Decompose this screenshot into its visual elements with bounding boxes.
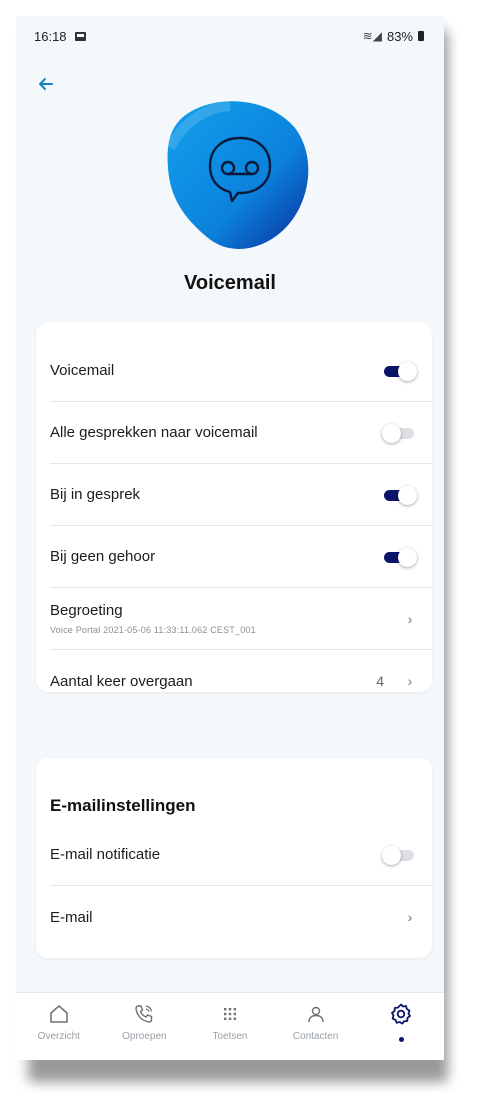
phone-icon bbox=[133, 1001, 155, 1027]
battery-icon bbox=[418, 31, 424, 41]
nav-label: Oproepen bbox=[122, 1031, 167, 1042]
contacts-icon bbox=[305, 1001, 327, 1027]
voicemail-settings-card: Voicemail Alle gesprekken naar voicemail… bbox=[36, 322, 432, 692]
nav-overzicht[interactable]: Overzicht bbox=[19, 1001, 99, 1042]
row-label: E-mail notificatie bbox=[50, 846, 161, 863]
keypad-icon bbox=[219, 1001, 241, 1027]
voicemail-toggle[interactable] bbox=[380, 361, 418, 381]
nav-contacten[interactable]: Contacten bbox=[276, 1001, 356, 1042]
home-icon bbox=[48, 1001, 70, 1027]
ring-count-value: 4 bbox=[376, 673, 384, 689]
all-calls-to-voicemail-row[interactable]: Alle gesprekken naar voicemail bbox=[50, 402, 432, 464]
greeting-row[interactable]: Begroeting Voice Portal 2021-05-06 11:33… bbox=[50, 588, 432, 650]
no-answer-row[interactable]: Bij geen gehoor bbox=[50, 526, 432, 588]
row-label: Bij in gesprek bbox=[50, 486, 141, 503]
screenshot-frame: 16:18 ≋◢ 83% Voicemail Voicemail Alle ge… bbox=[0, 0, 477, 1093]
chevron-right-icon: › bbox=[407, 909, 413, 925]
row-label: Voicemail bbox=[50, 362, 115, 379]
when-busy-toggle[interactable] bbox=[380, 485, 418, 505]
row-label: Bij geen gehoor bbox=[50, 548, 156, 565]
when-busy-row[interactable]: Bij in gesprek bbox=[50, 464, 432, 526]
status-bar: 16:18 ≋◢ 83% bbox=[16, 16, 444, 56]
bottom-navigation: Overzicht Oproepen Toetsen Contacten bbox=[16, 992, 444, 1060]
row-label: E-mail bbox=[50, 908, 93, 926]
email-notification-row[interactable]: E-mail notificatie bbox=[50, 824, 432, 886]
gallery-notification-icon bbox=[74, 31, 86, 41]
row-label: Begroeting bbox=[50, 602, 123, 619]
status-time: 16:18 bbox=[34, 28, 67, 44]
battery-level: 83% bbox=[386, 28, 413, 44]
ring-count-row[interactable]: Aantal keer overgaan 4 › bbox=[50, 650, 432, 712]
row-label: Alle gesprekken naar voicemail bbox=[50, 424, 258, 441]
voicemail-hero-illustration bbox=[150, 88, 320, 258]
nav-oproepen[interactable]: Oproepen bbox=[104, 1001, 184, 1042]
chevron-right-icon: › bbox=[407, 673, 413, 689]
no-answer-toggle[interactable] bbox=[380, 547, 418, 567]
nav-label: Overzicht bbox=[37, 1031, 80, 1042]
nav-label: Contacten bbox=[292, 1031, 339, 1042]
all-calls-to-voicemail-toggle[interactable] bbox=[380, 423, 418, 443]
back-arrow-icon[interactable] bbox=[36, 74, 60, 98]
chevron-right-icon: › bbox=[407, 610, 413, 627]
section-title: E-mailinstellingen bbox=[50, 796, 196, 815]
wifi-signal-icon: ≋◢ bbox=[362, 29, 382, 43]
page-title: Voicemail bbox=[184, 272, 276, 294]
settings-icon bbox=[389, 1001, 413, 1027]
email-row[interactable]: E-mail › bbox=[50, 886, 432, 948]
nav-instellingen[interactable] bbox=[361, 1001, 441, 1042]
nav-toetsen[interactable]: Toetsen bbox=[190, 1001, 270, 1042]
app-screen: 16:18 ≋◢ 83% Voicemail Voicemail Alle ge… bbox=[16, 16, 444, 1060]
email-settings-card: E-mailinstellingen E-mail notificatie E-… bbox=[36, 758, 432, 958]
voicemail-row[interactable]: Voicemail bbox=[50, 340, 432, 402]
email-notification-toggle[interactable] bbox=[380, 845, 418, 865]
nav-label: Toetsen bbox=[212, 1031, 248, 1042]
greeting-file-name: Voice Portal 2021-05-06 11:33:11.062 CES… bbox=[50, 625, 256, 635]
row-label: Aantal keer overgaan bbox=[50, 672, 193, 690]
active-indicator-dot bbox=[398, 1037, 404, 1042]
